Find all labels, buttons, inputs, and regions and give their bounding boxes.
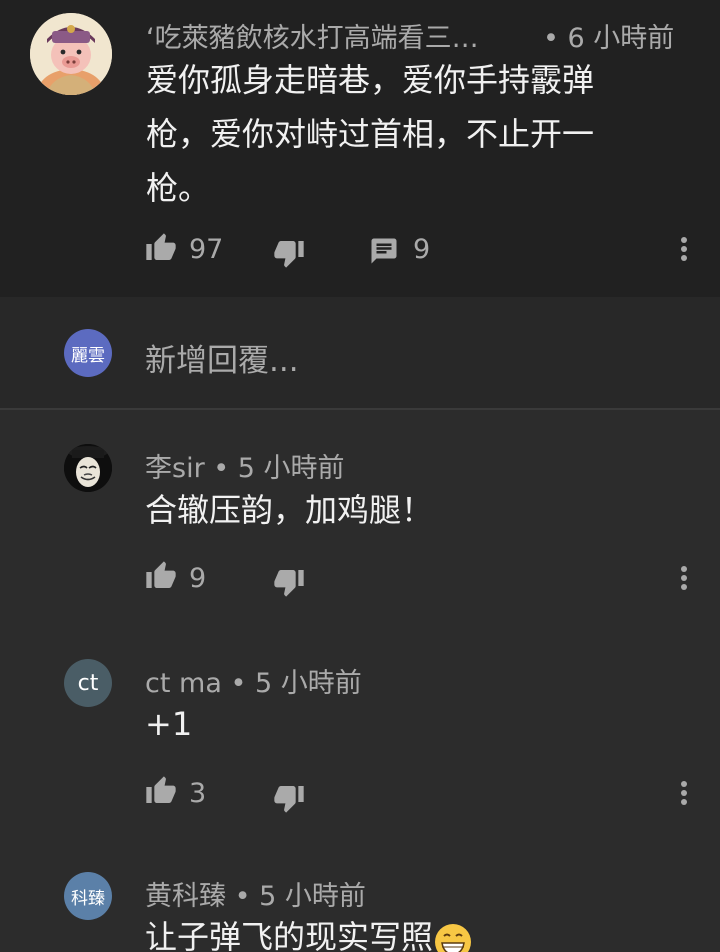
comment-text-line: 枪，爱你对峙过首相，不止开一 — [146, 115, 595, 153]
main-comment: ‘吃萊豬飲核水打高端看三… • 6 小時前 爱你孤身走暗巷，爱你手持霰弹 枪，爱… — [0, 0, 720, 297]
author-avatar[interactable] — [30, 13, 112, 95]
reply-author-avatar-text: 科臻 — [71, 888, 105, 909]
like-count: 9 — [189, 563, 207, 594]
thumbs-up-icon[interactable] — [145, 232, 177, 264]
comment-text-line: 枪。 — [146, 169, 211, 207]
reply-time: • 5 小時前 — [230, 668, 362, 699]
comment-author[interactable]: ‘吃萊豬飲核水打高端看三… — [146, 23, 479, 54]
current-user-avatar: 麗雲 — [64, 329, 112, 377]
current-user-avatar-text: 麗雲 — [71, 345, 105, 366]
reply-author[interactable]: 黄科臻 — [145, 881, 226, 912]
reply-text: 让子弹飞的现实写照 — [145, 918, 434, 952]
grin-emoji-icon — [433, 922, 473, 952]
like-count: 3 — [189, 778, 207, 809]
reply-author-avatar[interactable]: 科臻 — [64, 872, 112, 920]
reply-author-avatar-text: ct — [77, 670, 99, 696]
comment-time: • 6 小時前 — [543, 23, 675, 54]
thumbs-down-icon[interactable] — [273, 782, 305, 814]
reply-text: +1 — [145, 705, 193, 743]
more-vert-icon[interactable] — [674, 778, 694, 808]
like-count: 97 — [189, 234, 224, 265]
reply-author[interactable]: ct ma — [145, 668, 222, 699]
thumbs-up-icon[interactable] — [145, 775, 177, 807]
thumbs-up-icon[interactable] — [145, 560, 177, 592]
add-reply-bar: 麗雲 新增回覆... — [0, 297, 720, 409]
thumbs-down-icon[interactable] — [273, 237, 305, 269]
thumbs-down-icon[interactable] — [273, 566, 305, 598]
reply-time: • 5 小時前 — [234, 881, 366, 912]
reply-count[interactable]: 9 — [413, 234, 430, 265]
comment-body: 爱你孤身走暗巷，爱你手持霰弹 枪，爱你对峙过首相，不止开一 枪。 — [146, 53, 706, 215]
add-reply-input[interactable]: 新增回覆... — [145, 335, 299, 380]
reply-text: 合辙压韵，加鸡腿！ — [145, 491, 434, 529]
reply-time: • 5 小時前 — [213, 453, 345, 484]
comment-text-line: 爱你孤身走暗巷，爱你手持霰弹 — [146, 61, 595, 99]
comment-icon[interactable] — [369, 236, 399, 266]
reply-author-avatar[interactable]: ct — [64, 659, 112, 707]
reply-author-avatar[interactable] — [64, 444, 112, 492]
reply-author[interactable]: 李sir — [145, 453, 205, 484]
more-vert-icon[interactable] — [674, 234, 694, 264]
more-vert-icon[interactable] — [674, 563, 694, 593]
